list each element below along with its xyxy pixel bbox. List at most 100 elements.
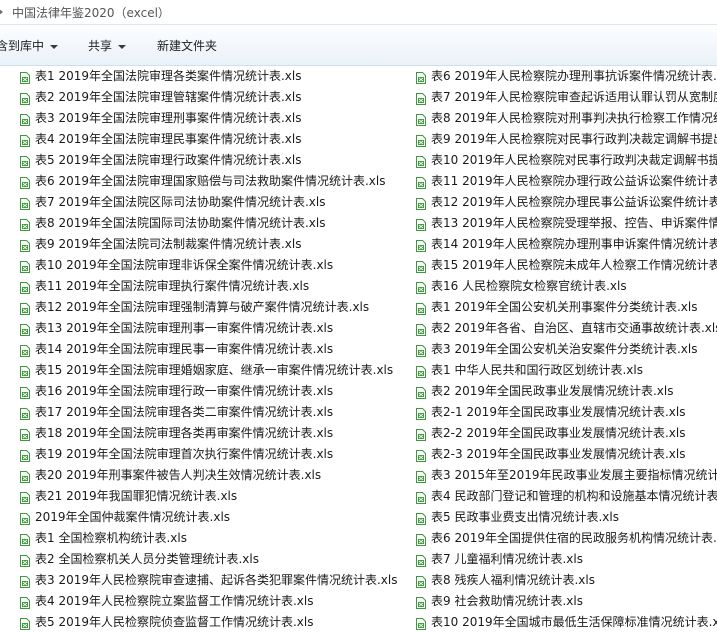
file-item[interactable]: 表3 2019年全国法院审理刑事案件情况统计表.xls <box>20 108 398 129</box>
excel-file-icon <box>416 595 426 609</box>
file-name: 表2 2019年全国法院审理管辖案件情况统计表.xls <box>35 90 302 104</box>
file-name: 表4 民政部门登记和管理的机构和设施基本情况统计表.xls <box>431 489 717 503</box>
include-in-library-button[interactable]: 含到库中 <box>0 37 59 54</box>
file-item[interactable]: 表1 全国检察机构统计表.xls <box>20 528 398 549</box>
share-label: 共享 <box>88 39 113 53</box>
file-item[interactable]: 表12 2019年全国法院审理强制清算与破产案件情况统计表.xls <box>20 297 398 318</box>
file-item[interactable]: 表18 2019年全国法院审理各类再审案件情况统计表.xls <box>20 423 398 444</box>
file-item[interactable]: 表7 儿童福利情况统计表.xls <box>416 549 717 570</box>
file-name: 表1 2019年全国法院审理各类案件情况统计表.xls <box>35 69 302 83</box>
excel-file-icon <box>416 217 426 231</box>
excel-file-icon <box>20 511 30 525</box>
file-item[interactable]: 表7 2019年人民检察院审查起诉适用认罪认罚从宽制度情况统计表.xls <box>416 87 717 108</box>
file-item[interactable]: 表5 2019年人民检察院侦查监督工作情况统计表.xls <box>20 612 398 633</box>
excel-file-icon <box>416 469 426 483</box>
file-item[interactable]: 表5 2019年全国法院审理行政案件情况统计表.xls <box>20 150 398 171</box>
excel-file-icon <box>416 259 426 273</box>
file-item[interactable]: 表2 2019年全国法院审理管辖案件情况统计表.xls <box>20 87 398 108</box>
file-name: 表10 2019年人民检察院对民事行政判决裁定调解书提出再审检察建议情况统计表.… <box>431 153 717 167</box>
excel-file-icon <box>20 469 30 483</box>
file-item[interactable]: 表10 2019年人民检察院对民事行政判决裁定调解书提出再审检察建议情况统计表.… <box>416 150 717 171</box>
file-item[interactable]: 表1 2019年全国法院审理各类案件情况统计表.xls <box>20 66 398 87</box>
file-item[interactable]: 表3 2015年至2019年民政事业发展主要指标情况统计表.xls <box>416 465 717 486</box>
file-item[interactable]: 表6 2019年全国法院审理国家赔偿与司法救助案件情况统计表.xls <box>20 171 398 192</box>
file-item[interactable]: 表16 2019年全国法院审理行政一审案件情况统计表.xls <box>20 381 398 402</box>
file-item[interactable]: 表2 全国检察机关人员分类管理统计表.xls <box>20 549 398 570</box>
file-item[interactable]: 表4 2019年全国法院审理民事案件情况统计表.xls <box>20 129 398 150</box>
excel-file-icon <box>20 154 30 168</box>
file-item[interactable]: 表4 民政部门登记和管理的机构和设施基本情况统计表.xls <box>416 486 717 507</box>
file-name: 表18 2019年全国法院审理各类再审案件情况统计表.xls <box>35 426 334 440</box>
file-item[interactable]: 表8 残疾人福利情况统计表.xls <box>416 570 717 591</box>
file-item[interactable]: 表17 2019年全国法院审理各类二审案件情况统计表.xls <box>20 402 398 423</box>
share-button[interactable]: 共享 <box>88 37 127 54</box>
excel-file-icon <box>20 196 30 210</box>
file-item[interactable]: 表6 2019年全国提供住宿的民政服务机构情况统计表.xls <box>416 528 717 549</box>
file-item[interactable]: 表2-1 2019年全国民政事业发展情况统计表.xls <box>416 402 717 423</box>
new-folder-button[interactable]: 新建文件夹 <box>157 37 217 54</box>
command-bar: 含到库中 共享 新建文件夹 <box>0 25 717 66</box>
file-name: 表2-3 2019年全国民政事业发展情况统计表.xls <box>431 447 686 461</box>
file-item[interactable]: 表19 2019年全国法院审理首次执行案件情况统计表.xls <box>20 444 398 465</box>
chevron-down-icon <box>50 44 59 49</box>
file-item[interactable]: 表3 2019年人民检察院审查逮捕、起诉各类犯罪案件情况统计表.xls <box>20 570 398 591</box>
file-item[interactable]: 表2-2 2019年全国民政事业发展情况统计表.xls <box>416 423 717 444</box>
excel-file-icon <box>20 553 30 567</box>
file-item[interactable]: 表13 2019年人民检察院受理举报、控告、申诉案件情况统计表.xls <box>416 213 717 234</box>
file-item[interactable]: 表9 社会救助情况统计表.xls <box>416 591 717 612</box>
file-item[interactable]: 表9 2019年全国法院司法制裁案件情况统计表.xls <box>20 234 398 255</box>
file-item[interactable]: 表8 2019年全国法院国际司法协助案件情况统计表.xls <box>20 213 398 234</box>
excel-file-icon <box>20 133 30 147</box>
excel-file-icon <box>20 91 30 105</box>
excel-file-icon <box>416 385 426 399</box>
file-name: 表2 2019年各省、自治区、直辖市交通事故统计表.xls <box>431 321 717 335</box>
file-item[interactable]: 表5 民政事业费支出情况统计表.xls <box>416 507 717 528</box>
file-name: 表13 2019年全国法院审理刑事一审案件情况统计表.xls <box>35 321 334 335</box>
file-item[interactable]: 表1 2019年全国公安机关刑事案件分类统计表.xls <box>416 297 717 318</box>
file-item[interactable]: 表9 2019年人民检察院对民事行政判决裁定调解书提出抗诉情况统计表.xls <box>416 129 717 150</box>
excel-file-icon <box>416 364 426 378</box>
file-item[interactable]: 表14 2019年全国法院审理民事一审案件情况统计表.xls <box>20 339 398 360</box>
file-item[interactable]: 表2-3 2019年全国民政事业发展情况统计表.xls <box>416 444 717 465</box>
file-item[interactable]: 表20 2019年刑事案件被告人判决生效情况统计表.xls <box>20 465 398 486</box>
file-name: 表3 2019年全国公安机关治安案件分类统计表.xls <box>431 342 698 356</box>
file-item[interactable]: 表15 2019年全国法院审理婚姻家庭、继承一审案件情况统计表.xls <box>20 360 398 381</box>
file-item[interactable]: 2019年全国仲裁案件情况统计表.xls <box>20 507 398 528</box>
file-item[interactable]: 表13 2019年全国法院审理刑事一审案件情况统计表.xls <box>20 318 398 339</box>
file-column-right: 表6 2019年人民检察院办理刑事抗诉案件情况统计表.xls 表7 2019年人民… <box>416 66 717 633</box>
file-item[interactable]: 表4 2019年人民检察院立案监督工作情况统计表.xls <box>20 591 398 612</box>
file-item[interactable]: 表14 2019年人民检察院办理刑事申诉案件情况统计表.xls <box>416 234 717 255</box>
file-item[interactable]: 表11 2019年人民检察院办理行政公益诉讼案件统计表.xls <box>416 171 717 192</box>
file-item[interactable]: 表12 2019年人民检察院办理民事公益诉讼案件统计表.xls <box>416 192 717 213</box>
excel-file-icon <box>416 301 426 315</box>
file-item[interactable]: 表11 2019年全国法院审理执行案件情况统计表.xls <box>20 276 398 297</box>
file-name: 表2 2019年全国民政事业发展情况统计表.xls <box>431 384 674 398</box>
file-list: 表1 2019年全国法院审理各类案件情况统计表.xls 表2 2019年全国法院审… <box>0 66 717 639</box>
file-name: 表4 2019年人民检察院立案监督工作情况统计表.xls <box>35 594 314 608</box>
file-item[interactable]: 表6 2019年人民检察院办理刑事抗诉案件情况统计表.xls <box>416 66 717 87</box>
file-item[interactable]: 表2 2019年各省、自治区、直辖市交通事故统计表.xls <box>416 318 717 339</box>
file-item[interactable]: 表3 2019年全国公安机关治安案件分类统计表.xls <box>416 339 717 360</box>
excel-file-icon <box>20 70 30 84</box>
excel-file-icon <box>416 490 426 504</box>
file-item[interactable]: 表2 2019年全国民政事业发展情况统计表.xls <box>416 381 717 402</box>
file-item[interactable]: 表10 2019年全国城市最低生活保障标准情况统计表.xls <box>416 612 717 633</box>
file-name: 表11 2019年全国法院审理执行案件情况统计表.xls <box>35 279 310 293</box>
file-item[interactable]: 表8 2019年人民检察院对刑事判决执行检察工作情况统计表.xls <box>416 108 717 129</box>
caret-icon <box>0 8 3 16</box>
file-name: 表2 全国检察机关人员分类管理统计表.xls <box>35 552 259 566</box>
file-item[interactable]: 表7 2019年全国法院区际司法协助案件情况统计表.xls <box>20 192 398 213</box>
excel-file-icon <box>416 133 426 147</box>
file-item[interactable]: 表10 2019年全国法院审理非诉保全案件情况统计表.xls <box>20 255 398 276</box>
file-item[interactable]: 表16 人民检察院女检察官统计表.xls <box>416 276 717 297</box>
file-item[interactable]: 表15 2019年人民检察院未成年人检察工作情况统计表.xls <box>416 255 717 276</box>
excel-file-icon <box>20 490 30 504</box>
file-name: 表6 2019年全国提供住宿的民政服务机构情况统计表.xls <box>431 531 717 545</box>
file-item[interactable]: 表1 中华人民共和国行政区划统计表.xls <box>416 360 717 381</box>
file-name: 表2-1 2019年全国民政事业发展情况统计表.xls <box>431 405 686 419</box>
file-name: 表3 2019年人民检察院审查逮捕、起诉各类犯罪案件情况统计表.xls <box>35 573 398 587</box>
file-name: 表13 2019年人民检察院受理举报、控告、申诉案件情况统计表.xls <box>431 216 717 230</box>
title-bar: 中国法律年鉴2020（excel） <box>0 0 717 25</box>
file-item[interactable]: 表21 2019年我国罪犯情况统计表.xls <box>20 486 398 507</box>
file-name: 表16 人民检察院女检察官统计表.xls <box>431 279 627 293</box>
